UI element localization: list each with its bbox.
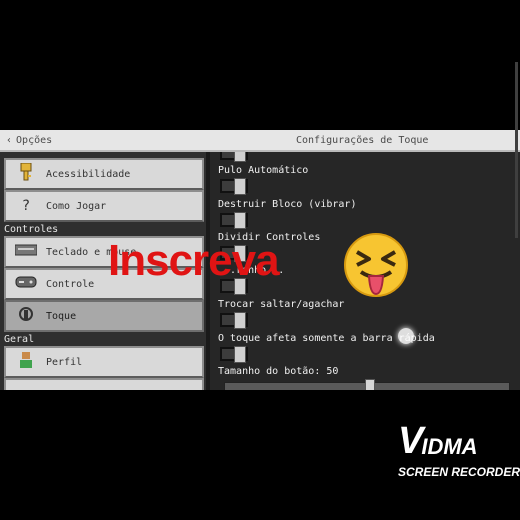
watermark: V IDMA SCREEN RECORDER	[398, 420, 520, 479]
watermark-logo: V IDMA	[398, 420, 520, 463]
sidebar-item-como-jogar[interactable]: ? Como Jogar	[4, 190, 204, 222]
scrollbar[interactable]	[515, 62, 518, 238]
slider-thumb[interactable]	[365, 379, 375, 390]
back-label: Opções	[16, 135, 53, 146]
slider-label: Tamanho do botão: 50	[218, 366, 339, 377]
chevron-left-icon: ‹	[6, 135, 13, 146]
keyboard-icon	[14, 244, 38, 260]
sidebar-item-label: Acessibilidade	[46, 168, 131, 180]
option-label-trocar-saltar: Trocar saltar/agachar	[218, 299, 345, 310]
section-label-controls: Controles	[4, 224, 59, 235]
tongue-emoji-icon	[344, 233, 408, 297]
sidebar-item-label: Toque	[46, 310, 77, 322]
toggle-trocar-saltar[interactable]	[220, 312, 248, 329]
back-button[interactable]: ‹ Opções	[6, 135, 52, 146]
sidebar-item-label: Controle	[46, 278, 95, 290]
toggle-destruir-bloco[interactable]	[220, 212, 248, 229]
sidebar-item-acessibilidade[interactable]: Acessibilidade	[4, 158, 204, 190]
toggle-knob	[234, 212, 246, 229]
toggle-knob	[234, 178, 246, 195]
key-icon	[14, 162, 38, 185]
overlay-text: Inscreva	[108, 236, 280, 285]
watermark-subtitle: SCREEN RECORDER	[398, 465, 520, 479]
profile-icon	[14, 352, 38, 372]
touch-icon	[14, 306, 38, 326]
toggle-knob	[234, 152, 246, 162]
sidebar-item-perfil[interactable]: Perfil	[4, 346, 204, 378]
touch-indicator	[398, 328, 414, 344]
watermark-logo-rest: IDMA	[421, 433, 478, 459]
page-title: Configurações de Toque	[296, 135, 429, 146]
sidebar-item-label: Perfil	[46, 356, 83, 368]
button-size-slider[interactable]	[224, 379, 510, 390]
question-icon: ?	[21, 198, 31, 214]
option-label-pulo-automatico: Pulo Automático	[218, 165, 309, 176]
sidebar-item-label: Como Jogar	[46, 200, 107, 212]
top-bar: ‹ Opções Configurações de Toque	[0, 130, 520, 152]
sidebar-item-next[interactable]	[4, 378, 204, 390]
option-label-destruir-bloco: Destruir Bloco (vibrar)	[218, 199, 357, 210]
watermark-logo-v: V	[398, 420, 423, 462]
gamepad-icon	[14, 275, 38, 293]
section-label-general: Geral	[4, 334, 35, 345]
toggle-previous[interactable]	[220, 152, 248, 162]
sidebar-item-toque[interactable]: Toque	[4, 300, 204, 332]
toggle-knob	[234, 312, 246, 329]
toggle-pulo-automatico[interactable]	[220, 178, 248, 195]
toggle-knob	[234, 346, 246, 363]
toggle-toque-barra[interactable]	[220, 346, 248, 363]
